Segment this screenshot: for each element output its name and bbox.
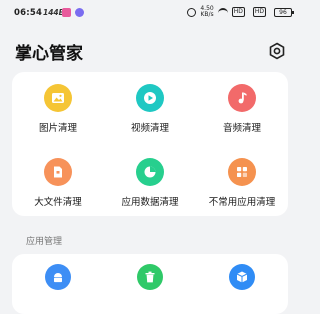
status-right-group: 4.50 KB/s HD HD 96 (187, 5, 294, 18)
status-time: 06:54 (14, 8, 43, 18)
pie-chart-icon (136, 158, 164, 186)
android-icon (45, 264, 71, 290)
music-note-icon (228, 84, 256, 112)
trash-icon (137, 264, 163, 290)
battery-icon: 96 (274, 7, 294, 17)
tool-unused-app-clean[interactable]: 不常用应用清理 (196, 158, 288, 208)
manage-tool-package[interactable] (196, 264, 288, 290)
tool-label: 大文件清理 (34, 197, 82, 208)
manage-tool-android[interactable] (12, 264, 104, 290)
tool-large-file-clean[interactable]: 大文件清理 (12, 158, 104, 208)
play-icon (136, 84, 164, 112)
alarm-icon (187, 7, 197, 17)
notification-app-icon-2 (75, 8, 84, 17)
status-bar: 06:54 144B 4.50 KB/s HD HD 96 (0, 0, 300, 26)
tool-video-clean[interactable]: 视频清理 (104, 84, 196, 134)
sim-hd-icon: HD (231, 7, 245, 17)
tool-image-clean[interactable]: 图片清理 (12, 84, 104, 134)
app-manage-card (12, 254, 288, 314)
net-rate: 4.50 KB/s (200, 5, 214, 18)
tool-label: 不常用应用清理 (208, 197, 276, 208)
manage-tool-trash[interactable] (104, 264, 196, 290)
tool-label: 应用数据清理 (121, 197, 179, 208)
page-title: 掌心管家 (15, 44, 83, 64)
tool-label: 视频清理 (130, 123, 169, 134)
wifi-icon (217, 8, 228, 16)
image-icon (44, 84, 72, 112)
notification-app-icon (62, 8, 71, 17)
tool-app-data-clean[interactable]: 应用数据清理 (104, 158, 196, 208)
settings-hexagon-icon[interactable] (268, 42, 286, 60)
tool-label: 音频清理 (222, 123, 261, 134)
sim-hd-icon-2: HD (252, 7, 266, 17)
app-manage-section-label: 应用管理 (26, 237, 63, 247)
cleaning-tools-card: 图片清理 视频清理 音频清理 大文件清理 应用数据清理 不常用应用清理 (12, 72, 288, 216)
apps-grid-icon (228, 158, 256, 186)
file-icon (44, 158, 72, 186)
tool-audio-clean[interactable]: 音频清理 (196, 84, 288, 134)
package-icon (229, 264, 255, 290)
tool-label: 图片清理 (38, 123, 77, 134)
